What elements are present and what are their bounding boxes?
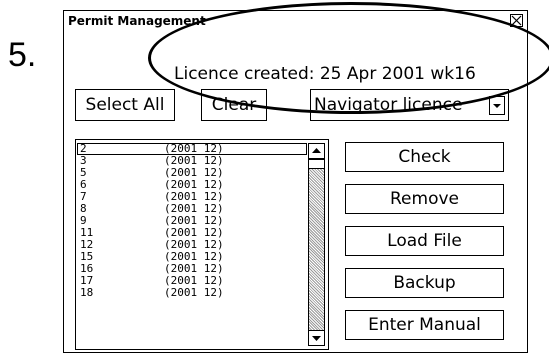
licence-type-dropdown[interactable]: Navigator licence <box>310 89 509 121</box>
list-item[interactable]: 18 (2001 12) <box>78 287 308 299</box>
scroll-up-button[interactable] <box>308 143 325 159</box>
select-all-button[interactable]: Select All <box>75 89 175 121</box>
list-item-version: (2001 12) <box>164 142 224 155</box>
remove-button[interactable]: Remove <box>345 184 504 214</box>
enter-manual-button[interactable]: Enter Manual <box>345 310 504 340</box>
window-title: Permit Management <box>68 14 206 28</box>
dropdown-selected-value: Navigator licence <box>314 95 463 115</box>
list-item-id: 2 <box>80 142 87 155</box>
dropdown-arrow-button[interactable] <box>489 96 505 115</box>
scroll-down-button[interactable] <box>308 330 325 346</box>
licence-status-text: Licence created: 25 Apr 2001 wk16 <box>174 64 476 84</box>
permit-management-window: Permit Management Licence created: 25 Ap… <box>63 10 528 353</box>
check-button[interactable]: Check <box>345 142 504 172</box>
step-number: 5. <box>8 36 37 74</box>
scroll-thumb[interactable] <box>308 159 325 169</box>
chevron-down-icon <box>493 104 501 108</box>
list-item-version: (2001 12) <box>164 286 224 299</box>
list-item-id: 18 <box>80 286 94 299</box>
list-scrollbar[interactable] <box>308 143 325 346</box>
load-file-button[interactable]: Load File <box>345 226 504 256</box>
backup-button[interactable]: Backup <box>345 268 504 298</box>
close-button[interactable] <box>510 14 523 27</box>
clear-button[interactable]: Clear <box>201 89 267 121</box>
permit-list[interactable]: 2 (2001 12) 3 (2001 12) 5 (2001 12) 6 (2001 12)… <box>75 139 329 350</box>
permit-list-rows: 2 (2001 12) 3 (2001 12) 5 (2001 12) 6 (2001 12)… <box>77 142 308 299</box>
close-icon <box>511 15 522 26</box>
arrow-down-icon <box>312 336 321 341</box>
arrow-up-icon <box>312 148 321 153</box>
